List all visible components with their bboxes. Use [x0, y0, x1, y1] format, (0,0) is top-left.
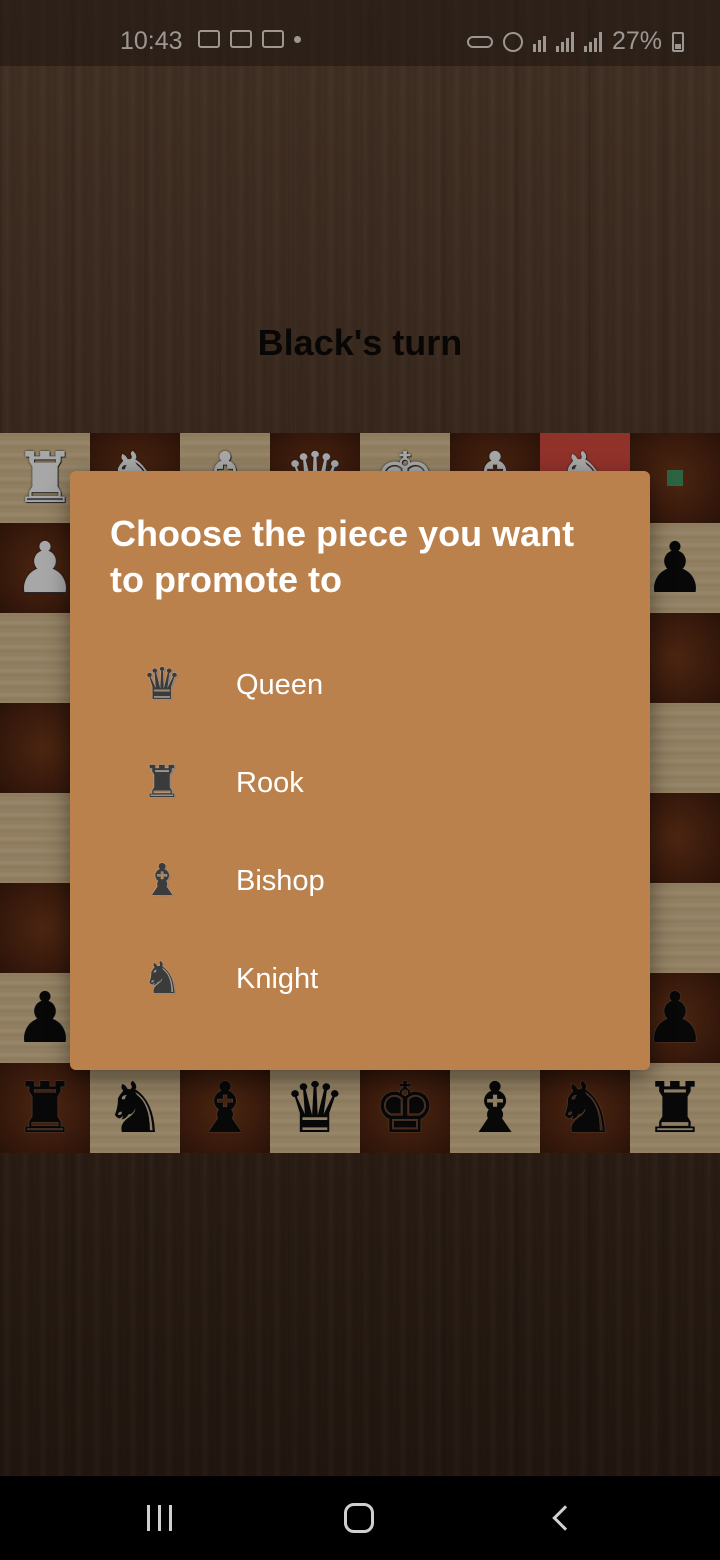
rook-icon: ♜ — [142, 757, 182, 808]
knight-icon: ♞ — [142, 953, 182, 1004]
dialog-title: Choose the piece you want to promote to — [110, 513, 575, 600]
navigation-bar — [0, 1476, 720, 1560]
home-icon — [344, 1503, 374, 1533]
option-label: Bishop — [236, 864, 325, 897]
promote-option-bishop[interactable]: ♝ Bishop — [70, 832, 650, 930]
home-button[interactable] — [304, 1476, 414, 1560]
promote-option-queen[interactable]: ♛ Queen — [70, 636, 650, 734]
back-icon — [552, 1505, 578, 1531]
promote-option-rook[interactable]: ♜ Rook — [70, 734, 650, 832]
bishop-icon: ♝ — [142, 855, 182, 906]
back-button[interactable] — [506, 1476, 616, 1560]
promotion-dialog: Choose the piece you want to promote to … — [70, 471, 650, 1070]
option-label: Rook — [236, 766, 304, 799]
recents-button[interactable] — [104, 1476, 214, 1560]
option-label: Queen — [236, 668, 324, 701]
option-label: Knight — [236, 962, 319, 995]
queen-icon: ♛ — [142, 659, 182, 710]
recents-icon — [146, 1505, 172, 1531]
promote-option-knight[interactable]: ♞ Knight — [70, 930, 650, 1028]
